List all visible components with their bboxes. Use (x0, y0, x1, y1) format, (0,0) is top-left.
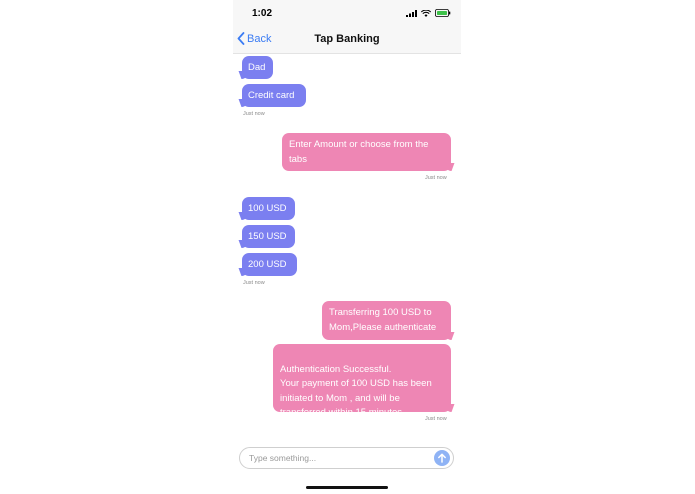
phone-screen: 1:02 Back Tap Banking Dad Credit card Ju… (233, 0, 461, 494)
message-timestamp: Just now (243, 111, 265, 117)
message-bubble-incoming[interactable]: Credit card (242, 84, 306, 107)
message-bubble-outgoing[interactable]: Enter Amount or choose from the tabs (282, 133, 451, 171)
message-text: Transferring 100 USD to Mom,Please authe… (329, 307, 437, 333)
message-input[interactable] (249, 452, 429, 464)
message-text: 150 USD (248, 231, 287, 242)
status-icons (406, 9, 451, 17)
message-bubble-outgoing[interactable]: Transferring 100 USD to Mom,Please authe… (322, 301, 451, 340)
battery-icon (435, 9, 451, 17)
message-text: Authentication Successful. Your payment … (280, 363, 432, 419)
message-bubble-incoming[interactable]: Dad (242, 56, 273, 79)
status-bar: 1:02 (233, 0, 461, 28)
home-indicator (306, 486, 388, 489)
cellular-signal-icon (406, 9, 417, 17)
message-text: 100 USD (248, 203, 287, 214)
message-text: Dad (248, 62, 266, 73)
send-button[interactable] (434, 450, 450, 466)
message-text: Enter Amount or choose from the tabs (289, 139, 429, 165)
message-timestamp: Just now (425, 416, 447, 422)
message-bubble-incoming[interactable]: 150 USD (242, 225, 295, 248)
message-bubble-incoming[interactable]: 100 USD (242, 197, 295, 220)
message-composer (239, 447, 454, 469)
page-title: Tap Banking (314, 33, 380, 45)
message-bubble-incoming[interactable]: 200 USD (242, 253, 297, 276)
navigation-bar: Back Tap Banking (233, 28, 461, 54)
wifi-icon (421, 9, 431, 17)
message-bubble-outgoing[interactable]: Authentication Successful. Your payment … (273, 344, 451, 418)
message-text: Credit card (248, 90, 295, 101)
message-timestamp: Just now (243, 280, 265, 286)
status-time: 1:02 (252, 8, 273, 19)
arrow-up-icon (438, 453, 446, 463)
message-timestamp: Just now (425, 175, 447, 181)
message-text: 200 USD (248, 259, 287, 270)
